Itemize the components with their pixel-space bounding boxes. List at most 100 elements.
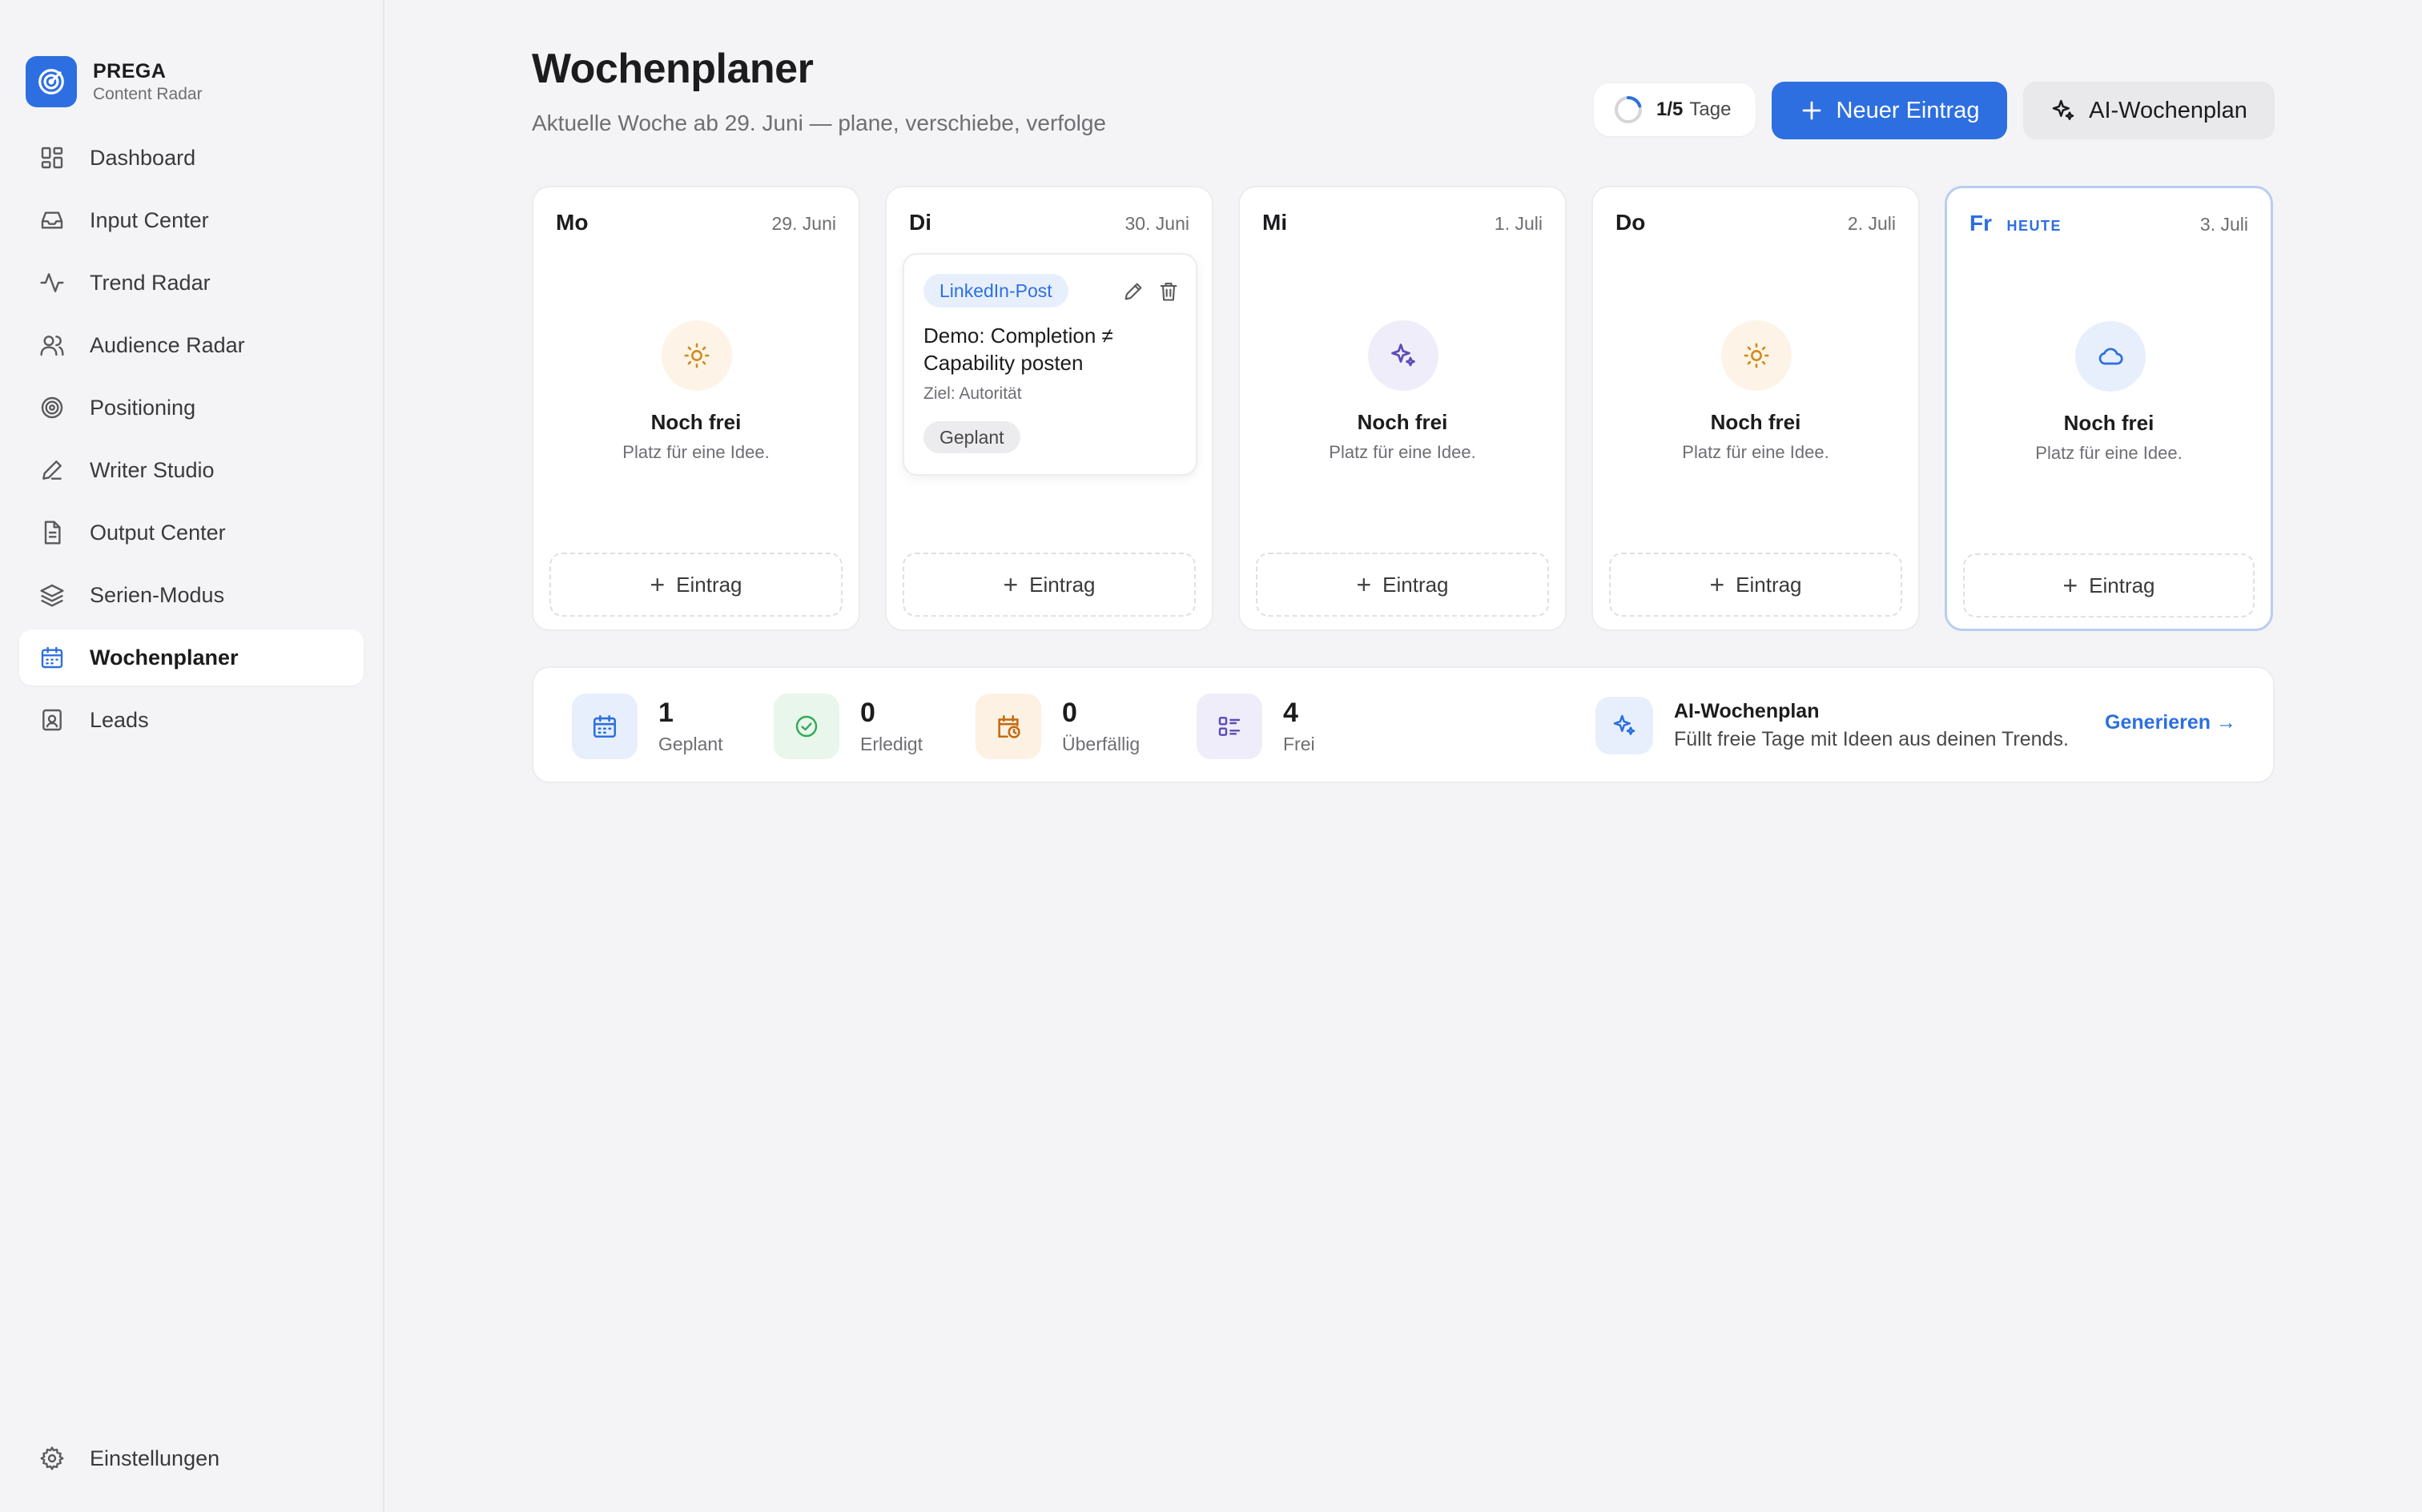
plus-icon: + — [1356, 569, 1372, 599]
add-entry-label: Eintrag — [676, 572, 742, 597]
sidebar-nav: Dashboard Input Center Trend Radar Audie… — [19, 130, 364, 754]
sidebar-item-wochenplaner[interactable]: Wochenplaner — [19, 629, 364, 686]
document-icon — [38, 519, 66, 546]
days-unit: Tage — [1689, 99, 1732, 120]
sidebar-item-label: Writer Studio — [90, 457, 215, 482]
stat-value: 4 — [1283, 698, 1298, 728]
brand-name: PREGA — [93, 59, 167, 82]
day-date: 2. Juli — [1847, 213, 1896, 234]
add-entry-label: Eintrag — [2089, 573, 2155, 597]
pen-icon — [38, 456, 66, 484]
stat-geplant: 1 Geplant — [572, 694, 723, 759]
activity-icon — [38, 269, 66, 296]
stat-ueberfaellig: 0 Überfällig — [976, 694, 1140, 759]
status-badge: Geplant — [923, 421, 1020, 453]
edit-icon[interactable] — [1122, 280, 1145, 307]
today-badge: HEUTE — [2006, 218, 2062, 234]
page-title: Wochenplaner — [532, 46, 814, 92]
sidebar-item-label: Output Center — [90, 520, 226, 545]
radar-icon — [26, 56, 77, 107]
stat-value: 0 — [1062, 698, 1077, 728]
calendar-clock-icon — [976, 694, 1041, 759]
day-abbr: Mo — [556, 210, 589, 235]
sidebar-item-settings[interactable]: Einstellungen — [19, 1430, 364, 1486]
new-entry-button[interactable]: Neuer Eintrag — [1772, 82, 2007, 139]
plus-icon: + — [650, 569, 666, 599]
sidebar-item-dashboard[interactable]: Dashboard — [19, 130, 364, 186]
dashboard-icon — [38, 144, 66, 171]
stat-label: Erledigt — [860, 734, 923, 754]
sparkle-icon — [1368, 320, 1438, 391]
users-icon — [38, 332, 66, 359]
entry-card[interactable]: LinkedIn-Post Demo: Completion ≠ Capabil… — [903, 253, 1197, 476]
days-count: 1/5 — [1656, 99, 1684, 120]
add-entry-button[interactable]: + Eintrag — [1963, 553, 2255, 617]
day-date: 3. Juli — [2199, 214, 2248, 235]
add-entry-button[interactable]: + Eintrag — [1609, 553, 1902, 617]
day-card-mi: Mi 1. Juli Noch frei Platz für eine Idee… — [1238, 186, 1567, 631]
add-entry-button[interactable]: + Eintrag — [903, 553, 1196, 617]
trash-icon[interactable] — [1157, 280, 1180, 307]
stat-label: Überfällig — [1062, 734, 1141, 754]
sparkle-icon — [1595, 697, 1653, 754]
sidebar-item-positioning[interactable]: Positioning — [19, 380, 364, 436]
stats-bar: 1 Geplant 0 Erledigt 0 Überfällig 4 Frei — [532, 666, 2275, 783]
plus-icon — [1800, 99, 1824, 123]
empty-state-title: Noch frei — [1710, 410, 1801, 434]
new-entry-label: Neuer Eintrag — [1836, 97, 1980, 123]
page-subtitle: Aktuelle Woche ab 29. Juni — plane, vers… — [532, 111, 1107, 135]
sidebar-item-writer-studio[interactable]: Writer Studio — [19, 442, 364, 498]
empty-state-subtitle: Platz für eine Idee. — [1682, 442, 1829, 462]
add-entry-label: Eintrag — [1029, 572, 1096, 597]
generate-link[interactable]: Generieren → — [2105, 711, 2236, 734]
sidebar-item-input-center[interactable]: Input Center — [19, 192, 364, 248]
add-entry-label: Eintrag — [1382, 572, 1449, 597]
cloud-icon — [2075, 321, 2146, 392]
entry-goal: Ziel: Autorität — [923, 384, 1022, 403]
sidebar-item-label: Einstellungen — [90, 1446, 220, 1470]
list-icon — [1197, 694, 1262, 759]
sparkle-icon — [2050, 98, 2076, 123]
add-entry-button[interactable]: + Eintrag — [549, 553, 843, 617]
sidebar-item-trend-radar[interactable]: Trend Radar — [19, 255, 364, 311]
check-circle-icon — [774, 694, 839, 759]
empty-state-subtitle: Platz für eine Idee. — [2035, 443, 2183, 463]
day-card-mo: Mo 29. Juni Noch frei Platz für eine Ide… — [532, 186, 860, 631]
gear-icon — [38, 1445, 66, 1472]
ai-promo-subtitle: Füllt freie Tage mit Ideen aus deinen Tr… — [1674, 728, 2069, 750]
sidebar-item-label: Wochenplaner — [90, 645, 239, 670]
ai-plan-label: AI-Wochenplan — [2089, 97, 2247, 123]
stat-value: 0 — [860, 698, 875, 728]
empty-state-title: Noch frei — [650, 410, 742, 434]
calendar-icon — [572, 694, 638, 759]
stat-value: 1 — [658, 698, 674, 728]
sun-icon — [1721, 320, 1792, 391]
day-abbr: Fr — [1969, 211, 1992, 235]
day-date: 30. Juni — [1124, 213, 1189, 234]
day-date: 29. Juni — [771, 213, 836, 234]
add-entry-button[interactable]: + Eintrag — [1256, 553, 1549, 617]
plus-icon: + — [2062, 570, 2078, 600]
entry-type-tag: LinkedIn-Post — [923, 274, 1068, 308]
empty-state-title: Noch frei — [1357, 410, 1448, 434]
sidebar-item-audience-radar[interactable]: Audience Radar — [19, 317, 364, 373]
ai-promo-title: AI-Wochenplan — [1674, 700, 1820, 722]
sidebar-item-label: Trend Radar — [90, 270, 211, 295]
brand-subtitle: Content Radar — [93, 84, 203, 103]
empty-state-subtitle: Platz für eine Idee. — [622, 442, 770, 462]
inbox-icon — [38, 207, 66, 234]
day-abbr: Di — [909, 210, 931, 235]
sidebar-item-label: Input Center — [90, 207, 209, 232]
calendar-icon — [38, 644, 66, 671]
days-progress-pill: 1/5 Tage — [1594, 83, 1756, 136]
empty-state-title: Noch frei — [2063, 411, 2154, 435]
brand[interactable]: PREGA Content Radar — [26, 56, 203, 107]
add-entry-label: Eintrag — [1736, 572, 1802, 597]
progress-ring-icon — [1615, 96, 1642, 123]
sidebar-item-leads[interactable]: Leads — [19, 692, 364, 748]
sidebar-item-serien-modus[interactable]: Serien-Modus — [19, 567, 364, 623]
sidebar-item-label: Positioning — [90, 395, 196, 420]
day-abbr: Do — [1615, 210, 1646, 235]
sidebar-item-output-center[interactable]: Output Center — [19, 505, 364, 561]
ai-plan-button[interactable]: AI-Wochenplan — [2023, 82, 2275, 139]
